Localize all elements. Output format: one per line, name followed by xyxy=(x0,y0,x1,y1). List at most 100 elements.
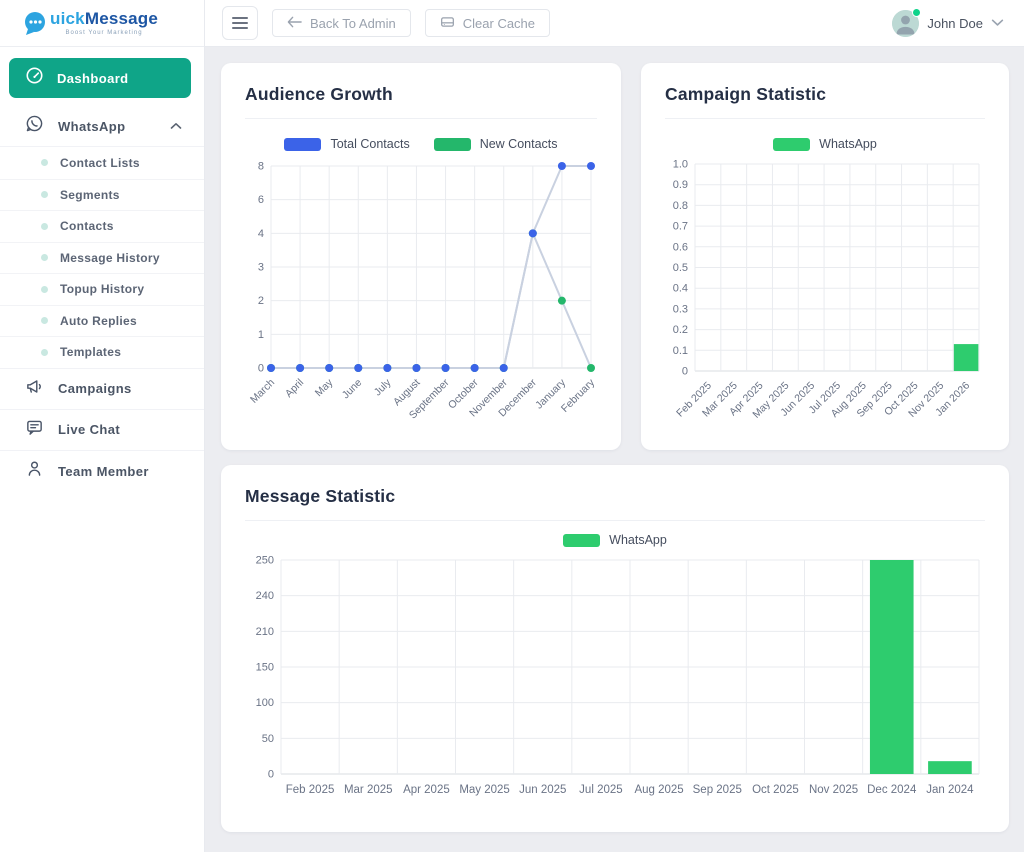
svg-text:0: 0 xyxy=(258,363,264,375)
whatsapp-icon xyxy=(25,114,44,138)
sidebar-subitem-auto-replies[interactable]: Auto Replies xyxy=(0,304,204,337)
legend-entry-whatsapp[interactable]: WhatsApp xyxy=(773,137,877,151)
legend-swatch xyxy=(284,137,322,151)
svg-text:Feb 2025: Feb 2025 xyxy=(286,784,335,796)
audience-growth-chart: 8 6 4 3 2 1 0 March April May June July August Septem… xyxy=(245,156,598,443)
svg-text:June: June xyxy=(340,377,365,402)
message-statistic-legend: WhatsApp xyxy=(245,533,985,547)
svg-text:240: 240 xyxy=(256,590,274,602)
topbar: Back To Admin Clear Cache John Doe xyxy=(205,0,1024,47)
brand-tagline: Boost Your Marketing xyxy=(65,30,143,36)
svg-text:0.2: 0.2 xyxy=(673,324,688,336)
svg-text:April: April xyxy=(283,377,306,400)
sidebar-item-label: Campaigns xyxy=(58,381,132,396)
bullet-dot-icon xyxy=(41,254,48,262)
legend-swatch xyxy=(433,137,471,151)
chevron-down-icon xyxy=(991,14,1004,32)
card-title-message-statistic: Message Statistic xyxy=(245,486,396,506)
sidebar-toggle-button[interactable] xyxy=(222,6,258,40)
legend-entry-total-contacts[interactable]: Total Contacts xyxy=(284,137,410,151)
user-name: John Doe xyxy=(927,15,983,31)
clear-cache-button[interactable]: Clear Cache xyxy=(424,9,551,37)
sidebar-item-label: WhatsApp xyxy=(58,118,126,134)
whatsapp-submenu: Contact Lists Segments Contacts Message His… xyxy=(0,147,204,369)
back-to-admin-button[interactable]: Back To Admin xyxy=(272,9,411,37)
campaign-statistic-legend: WhatsApp xyxy=(665,137,985,151)
sidebar-subitem-label: Auto Replies xyxy=(60,313,137,328)
campaign-statistic-plot: 1.00.90.80.70.60.50.40.30.20.10Feb 2025M… xyxy=(673,159,980,421)
legend-entry-new-contacts[interactable]: New Contacts xyxy=(433,137,558,151)
svg-text:0.7: 0.7 xyxy=(673,221,688,233)
svg-text:2: 2 xyxy=(258,295,264,307)
svg-text:May 2025: May 2025 xyxy=(459,784,510,796)
sidebar-item-label: Live Chat xyxy=(58,422,121,437)
svg-text:0.8: 0.8 xyxy=(673,200,688,212)
legend-swatch xyxy=(773,137,811,151)
divider xyxy=(665,118,985,119)
legend-label: WhatsApp xyxy=(609,533,667,547)
divider xyxy=(245,520,985,521)
legend-label: New Contacts xyxy=(479,137,558,151)
svg-text:Jul 2025: Jul 2025 xyxy=(579,784,622,796)
sidebar-subitem-label: Templates xyxy=(60,345,122,360)
svg-text:210: 210 xyxy=(256,626,274,638)
svg-text:1: 1 xyxy=(258,329,264,341)
svg-text:Mar 2025: Mar 2025 xyxy=(344,784,393,796)
sidebar-item-campaigns[interactable]: Campaigns xyxy=(0,369,204,410)
svg-text:4: 4 xyxy=(258,228,264,240)
campaign-statistic-card: Campaign Statistic WhatsApp 1.0 0.9 0.8 0.7… xyxy=(641,63,1009,450)
bullet-dot-icon xyxy=(41,285,48,293)
audience-growth-card: Audience Growth Total Contacts New Contac… xyxy=(221,63,621,450)
svg-text:July: July xyxy=(372,376,394,398)
svg-text:0: 0 xyxy=(268,769,274,781)
svg-text:0.5: 0.5 xyxy=(673,262,688,274)
chat-icon xyxy=(25,418,44,442)
sidebar-subitem-segments[interactable]: Segments xyxy=(0,178,204,211)
svg-text:6: 6 xyxy=(258,194,264,206)
chat-bubble-logo-icon xyxy=(22,10,48,36)
svg-text:0.3: 0.3 xyxy=(673,303,688,315)
sidebar-subitem-templates[interactable]: Templates xyxy=(0,336,204,368)
legend-entry-whatsapp[interactable]: WhatsApp xyxy=(563,533,667,547)
audience-growth-legend: Total Contacts New Contacts xyxy=(245,137,597,151)
main-content: Audience Growth Total Contacts New Contac… xyxy=(205,47,1024,852)
svg-text:1.0: 1.0 xyxy=(673,159,688,171)
sidebar-subitem-label: Segments xyxy=(60,187,120,202)
app-root: uickMessage Boost Your Marketing Dashboa… xyxy=(0,0,1024,852)
back-to-admin-label: Back To Admin xyxy=(310,15,396,31)
sidebar-subitem-contact-lists[interactable]: Contact Lists xyxy=(0,147,204,179)
message-statistic-plot: 250 240 210 150 100 50 0 Feb 2025 Mar 2025 Apr 20… xyxy=(256,555,980,796)
sidebar-item-live-chat[interactable]: Live Chat xyxy=(0,410,204,451)
sidebar-item-whatsapp[interactable]: WhatsApp xyxy=(0,106,204,147)
svg-text:Oct 2025: Oct 2025 xyxy=(752,784,799,796)
chevron-up-icon xyxy=(170,117,182,135)
svg-text:150: 150 xyxy=(256,662,274,674)
brand-logo[interactable]: uickMessage Boost Your Marketing xyxy=(0,0,204,47)
legend-label: WhatsApp xyxy=(819,137,877,151)
svg-text:0: 0 xyxy=(682,366,688,378)
svg-text:0.4: 0.4 xyxy=(673,283,688,295)
svg-text:50: 50 xyxy=(262,733,274,745)
person-icon xyxy=(25,459,44,483)
sidebar-subitem-topup-history[interactable]: Topup History xyxy=(0,273,204,305)
card-title-campaign-statistic: Campaign Statistic xyxy=(665,84,827,104)
user-menu[interactable]: John Doe xyxy=(892,7,1004,37)
message-statistic-card: Message Statistic WhatsApp 250 240 210 150 1… xyxy=(221,465,1009,832)
svg-text:Jun 2025: Jun 2025 xyxy=(519,784,566,796)
svg-text:0.6: 0.6 xyxy=(673,241,688,253)
sidebar-subitem-label: Contact Lists xyxy=(60,155,140,170)
sidebar-subitem-contacts[interactable]: Contacts xyxy=(0,210,204,242)
legend-label: Total Contacts xyxy=(330,137,410,151)
online-status-dot xyxy=(912,7,922,17)
svg-text:Jan 2024: Jan 2024 xyxy=(926,784,974,796)
megaphone-icon xyxy=(25,377,44,401)
svg-text:Dec 2024: Dec 2024 xyxy=(867,784,917,796)
sidebar: uickMessage Boost Your Marketing Dashboa… xyxy=(0,0,205,852)
sidebar-subitem-message-history[interactable]: Message History xyxy=(0,241,204,274)
audience-growth-plot: 8643210March April May June JulyAugustSeptem… xyxy=(248,161,598,422)
sidebar-item-dashboard[interactable]: Dashboard xyxy=(9,58,191,98)
bullet-dot-icon xyxy=(41,317,48,325)
card-title-audience-growth: Audience Growth xyxy=(245,84,393,104)
sidebar-item-team-member[interactable]: Team Member xyxy=(0,451,204,492)
svg-text:250: 250 xyxy=(256,555,274,567)
